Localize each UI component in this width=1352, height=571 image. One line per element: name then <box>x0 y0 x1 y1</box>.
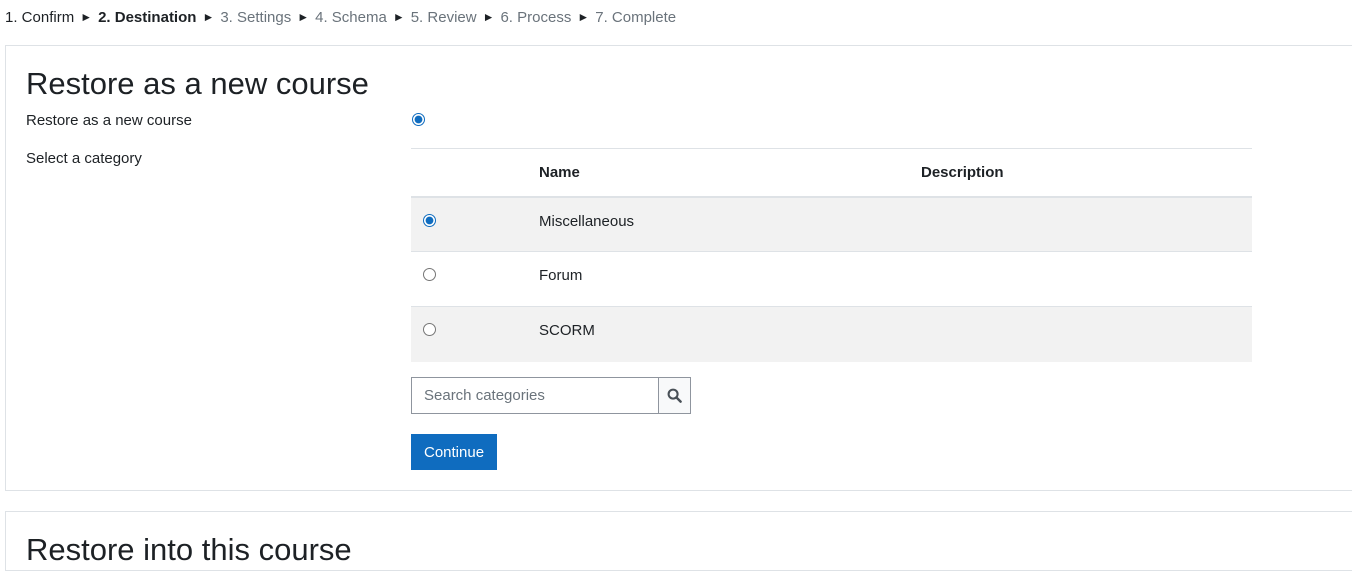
column-header-description: Description <box>921 148 1252 198</box>
column-header-name: Name <box>539 148 921 198</box>
step-schema: 4. Schema <box>315 9 387 26</box>
restore-new-course-label: Restore as a new course <box>26 112 192 129</box>
column-header-select <box>411 148 539 198</box>
step-separator: ► <box>80 10 93 24</box>
step-separator: ► <box>577 10 590 24</box>
category-search <box>411 377 691 414</box>
restore-existing-course-section: Restore into this course <box>5 511 1352 571</box>
step-destination: 2. Destination <box>98 9 197 26</box>
select-category-label: Select a category <box>26 150 142 167</box>
category-select-cell <box>411 306 539 362</box>
continue-button[interactable]: Continue <box>411 434 498 470</box>
search-categories-input[interactable] <box>411 377 658 414</box>
category-name: SCORM <box>539 306 921 362</box>
category-description <box>921 251 1252 307</box>
category-name: Forum <box>539 251 921 307</box>
step-separator: ► <box>202 10 215 24</box>
restore-new-course-section: Restore as a new course Restore as a new… <box>5 45 1352 491</box>
step-separator: ► <box>297 10 310 24</box>
category-select-cell <box>411 251 539 307</box>
table-row: Miscellaneous <box>411 196 1252 252</box>
table-row: Forum <box>411 251 1252 307</box>
step-settings: 3. Settings <box>220 9 292 26</box>
step-confirm: 1. Confirm <box>5 9 75 26</box>
category-name: Miscellaneous <box>539 196 921 252</box>
table-row: SCORM <box>411 306 1252 362</box>
step-process: 6. Process <box>500 9 572 26</box>
restore-progress-steps: 1. Confirm ► 2. Destination ► 3. Settings ► 4.… <box>5 9 676 27</box>
category-table: Name Description Miscellaneous Forum SCO… <box>411 148 1252 362</box>
category-radio-scorm[interactable] <box>423 323 436 336</box>
step-review: 5. Review <box>410 9 477 26</box>
section-title-existing-course: Restore into this course <box>26 532 352 567</box>
restore-new-course-radio[interactable] <box>412 113 425 126</box>
section-title-new-course: Restore as a new course <box>26 66 369 101</box>
category-description <box>921 306 1252 362</box>
category-table-header: Name Description <box>411 148 1252 198</box>
category-select-cell <box>411 196 539 252</box>
category-radio-forum[interactable] <box>423 268 436 281</box>
search-icon <box>667 388 682 403</box>
category-description <box>921 196 1252 252</box>
search-button[interactable] <box>658 377 691 414</box>
step-complete: 7. Complete <box>595 9 677 26</box>
step-separator: ► <box>482 10 495 24</box>
step-separator: ► <box>392 10 405 24</box>
category-radio-miscellaneous[interactable] <box>423 213 436 227</box>
